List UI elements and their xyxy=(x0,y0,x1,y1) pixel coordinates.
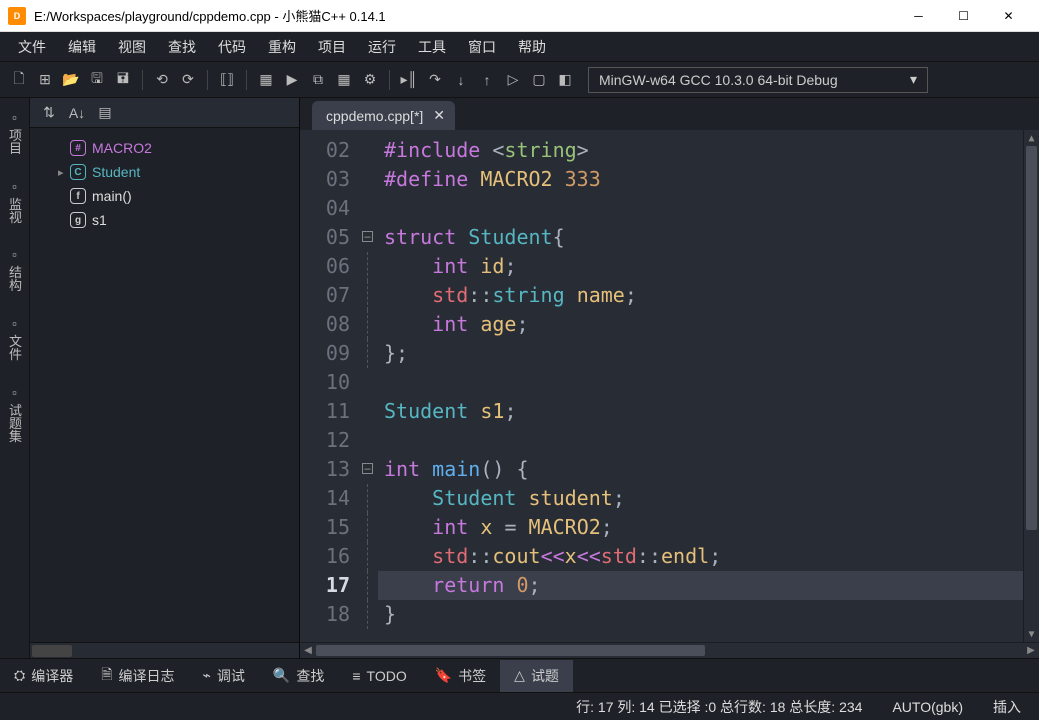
menubar: 文件编辑视图查找代码重构项目运行工具窗口帮助 xyxy=(0,32,1039,62)
continue-button[interactable]: ▷ xyxy=(502,69,524,91)
watch-button[interactable]: ◧ xyxy=(554,69,576,91)
status-position: 行: 17 列: 14 已选择 :0 总行数: 18 总长度: 234 xyxy=(576,697,862,717)
editor-tab[interactable]: cppdemo.cpp[*] ✕ xyxy=(312,101,455,130)
debug-button[interactable]: ▸║ xyxy=(398,69,420,91)
chevron-down-icon: ▾ xyxy=(910,71,917,88)
step-over-button[interactable]: ↷ xyxy=(424,69,446,91)
menu-编辑[interactable]: 编辑 xyxy=(58,33,106,61)
vtab-结构[interactable]: ▫ 结构 xyxy=(0,235,29,304)
bottom-tab-查找[interactable]: 🔍查找 xyxy=(259,660,338,692)
tab-icon: 🗎 xyxy=(101,664,112,688)
menu-窗口[interactable]: 窗口 xyxy=(458,33,506,61)
tab-icon: △ xyxy=(514,667,525,684)
tree-item[interactable]: fmain() xyxy=(34,184,295,208)
tab-icon: ⌁ xyxy=(202,667,210,684)
status-bar: 行: 17 列: 14 已选择 :0 总行数: 18 总长度: 234 AUTO… xyxy=(0,692,1039,720)
menu-工具[interactable]: 工具 xyxy=(408,33,456,61)
separator xyxy=(207,70,208,90)
vtab-文件[interactable]: ▫ 文件 xyxy=(0,304,29,373)
tree-item[interactable]: gs1 xyxy=(34,208,295,232)
window-title: E:/Workspaces/playground/cppdemo.cpp - 小… xyxy=(34,6,896,25)
menu-视图[interactable]: 视图 xyxy=(108,33,156,61)
structure-tree: #MACRO2▸CStudentfmain()gs1 xyxy=(30,128,299,642)
compiler-select[interactable]: MinGW-w64 GCC 10.3.0 64-bit Debug ▾ xyxy=(588,67,928,93)
reformat-button[interactable]: ⟦⟧ xyxy=(216,69,238,91)
collapse-all-button[interactable]: ⇅ xyxy=(38,102,60,124)
menu-代码[interactable]: 代码 xyxy=(208,33,256,61)
new-project-button[interactable]: ⊞ xyxy=(34,69,56,91)
forward-button[interactable]: ⟳ xyxy=(177,69,199,91)
editor-hscroll[interactable]: ◀▶ xyxy=(300,642,1039,658)
maximize-button[interactable]: ☐ xyxy=(941,1,986,31)
structure-panel: ⇅ A↓ ▤ #MACRO2▸CStudentfmain()gs1 xyxy=(30,98,300,658)
sort-button[interactable]: A↓ xyxy=(66,102,88,124)
compile-button[interactable]: ▦ xyxy=(255,69,277,91)
options-button[interactable]: ⚙ xyxy=(359,69,381,91)
tab-icon: ≡ xyxy=(352,668,360,684)
stop-button[interactable]: ▢ xyxy=(528,69,550,91)
separator xyxy=(142,70,143,90)
rebuild-button[interactable]: ▦ xyxy=(333,69,355,91)
separator xyxy=(389,70,390,90)
tree-item[interactable]: ▸CStudent xyxy=(34,160,295,184)
editor-tabs: cppdemo.cpp[*] ✕ xyxy=(300,98,1039,130)
menu-项目[interactable]: 项目 xyxy=(308,33,356,61)
bottom-tab-试题[interactable]: △试题 xyxy=(500,660,573,692)
separator xyxy=(246,70,247,90)
compiler-label: MinGW-w64 GCC 10.3.0 64-bit Debug xyxy=(599,72,838,88)
editor-area: cppdemo.cpp[*] ✕ 02030405060708091011121… xyxy=(300,98,1039,658)
line-gutter: 0203040506070809101112131415161718 xyxy=(300,130,360,642)
bottom-tabs: ⛭编译器🗎编译日志⌁调试🔍查找≡TODO🔖书签△试题 xyxy=(0,658,1039,692)
fold-column[interactable]: −− xyxy=(360,130,378,642)
new-file-button[interactable]: 🗋 xyxy=(8,69,30,91)
vtab-监视[interactable]: ▫ 监视 xyxy=(0,167,29,236)
run-button[interactable]: ▶ xyxy=(281,69,303,91)
menu-运行[interactable]: 运行 xyxy=(358,33,406,61)
back-button[interactable]: ⟲ xyxy=(151,69,173,91)
vtab-项目[interactable]: ▫ 项目 xyxy=(0,98,29,167)
open-button[interactable]: 📂 xyxy=(60,69,82,91)
titlebar: D E:/Workspaces/playground/cppdemo.cpp -… xyxy=(0,0,1039,32)
menu-帮助[interactable]: 帮助 xyxy=(508,33,556,61)
close-tab-icon[interactable]: ✕ xyxy=(433,107,445,124)
close-button[interactable]: ✕ xyxy=(986,1,1031,31)
tab-icon: 🔍 xyxy=(273,667,290,684)
menu-查找[interactable]: 查找 xyxy=(158,33,206,61)
tab-label: cppdemo.cpp[*] xyxy=(326,108,423,124)
save-all-button[interactable]: 🖬 xyxy=(112,69,134,91)
status-encoding: AUTO(gbk) xyxy=(892,699,963,715)
bottom-tab-编译器[interactable]: ⛭编译器 xyxy=(0,660,87,692)
app-icon: D xyxy=(8,7,26,25)
editor-vscroll[interactable]: ▲▼ xyxy=(1023,130,1039,642)
compile-run-button[interactable]: ⧉ xyxy=(307,69,329,91)
menu-重构[interactable]: 重构 xyxy=(258,33,306,61)
status-mode: 插入 xyxy=(993,697,1021,717)
step-out-button[interactable]: ↑ xyxy=(476,69,498,91)
code-content[interactable]: #include <string>#define MACRO2 333struc… xyxy=(378,130,1023,642)
step-into-button[interactable]: ↓ xyxy=(450,69,472,91)
filter-button[interactable]: ▤ xyxy=(94,102,116,124)
code-editor[interactable]: 0203040506070809101112131415161718 −− #i… xyxy=(300,130,1039,642)
structure-toolbar: ⇅ A↓ ▤ xyxy=(30,98,299,128)
save-button[interactable]: 🖫 xyxy=(86,69,108,91)
bottom-tab-TODO[interactable]: ≡TODO xyxy=(338,662,420,690)
toolbar: 🗋 ⊞ 📂 🖫 🖬 ⟲ ⟳ ⟦⟧ ▦ ▶ ⧉ ▦ ⚙ ▸║ ↷ ↓ ↑ ▷ ▢ … xyxy=(0,62,1039,98)
vtab-试题集[interactable]: ▫ 试题集 xyxy=(0,373,29,455)
menu-文件[interactable]: 文件 xyxy=(8,33,56,61)
left-tab-strip: ▫ 项目▫ 监视▫ 结构▫ 文件▫ 试题集 xyxy=(0,98,30,658)
tree-item[interactable]: #MACRO2 xyxy=(34,136,295,160)
minimize-button[interactable]: ─ xyxy=(896,1,941,31)
bottom-tab-书签[interactable]: 🔖书签 xyxy=(421,660,500,692)
tab-icon: 🔖 xyxy=(435,667,452,684)
tab-icon: ⛭ xyxy=(14,667,25,684)
panel-hscroll[interactable] xyxy=(30,642,299,658)
bottom-tab-编译日志[interactable]: 🗎编译日志 xyxy=(87,658,188,694)
bottom-tab-调试[interactable]: ⌁调试 xyxy=(188,660,258,692)
